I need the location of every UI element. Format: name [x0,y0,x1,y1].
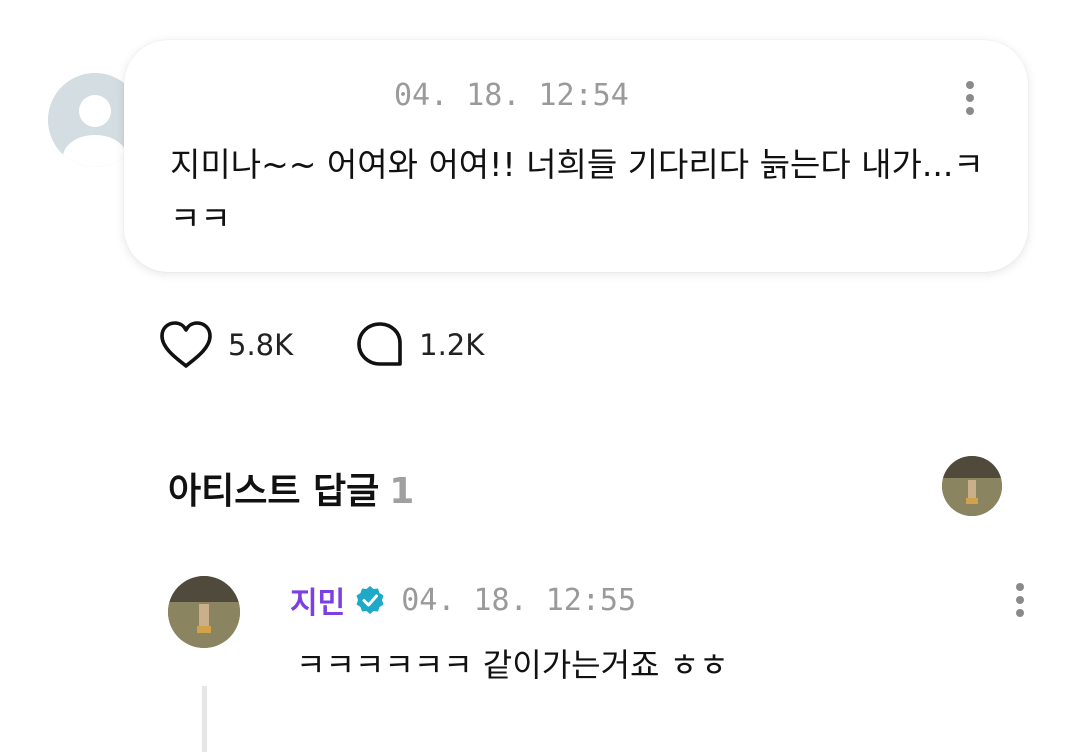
like-button[interactable]: 5.8K [158,320,293,370]
post-card: 04. 18. 12:54 지미나~~ 어여와 어여!! 너희들 기다리다 늙는… [124,40,1028,272]
more-vertical-icon [966,81,974,115]
more-vertical-icon [1016,583,1024,617]
artist-photo-icon [168,576,240,648]
thread-line [202,686,207,752]
post-more-button[interactable] [958,78,982,118]
comment-button[interactable]: 1.2K [355,320,484,370]
post-actions: 5.8K 1.2K [158,318,484,372]
reply-more-button[interactable] [1008,580,1032,620]
comment-bubble-icon [357,322,402,366]
reply-author-avatar[interactable] [168,576,240,648]
artist-photo-icon [942,456,1002,516]
like-count: 5.8K [228,328,294,362]
post-timestamp: 04. 18. 12:54 [394,78,629,113]
verified-badge-icon [356,586,384,614]
artist-avatar-small[interactable] [942,456,1002,516]
reply-author-name[interactable]: 지민 [290,578,345,622]
artist-replies-heading: 아티스트 답글 1 [168,462,414,514]
reply-timestamp: 04. 18. 12:55 [401,582,637,618]
comment-thread-screen: 04. 18. 12:54 지미나~~ 어여와 어여!! 너희들 기다리다 늙는… [0,0,1080,752]
artist-replies-count: 1 [389,471,415,512]
comment-count: 1.2K [419,328,485,362]
post-body-text: 지미나~~ 어여와 어여!! 너희들 기다리다 늙는다 내가...ㅋㅋㅋ [170,145,984,238]
heart-icon [160,321,212,368]
artist-replies-title: 아티스트 답글 [168,471,380,512]
reply-body-text: ㅋㅋㅋㅋㅋㅋ 같이가는거죠 ㅎㅎ [296,646,729,684]
reply-header: 지민 04. 18. 12:55 [290,578,636,622]
